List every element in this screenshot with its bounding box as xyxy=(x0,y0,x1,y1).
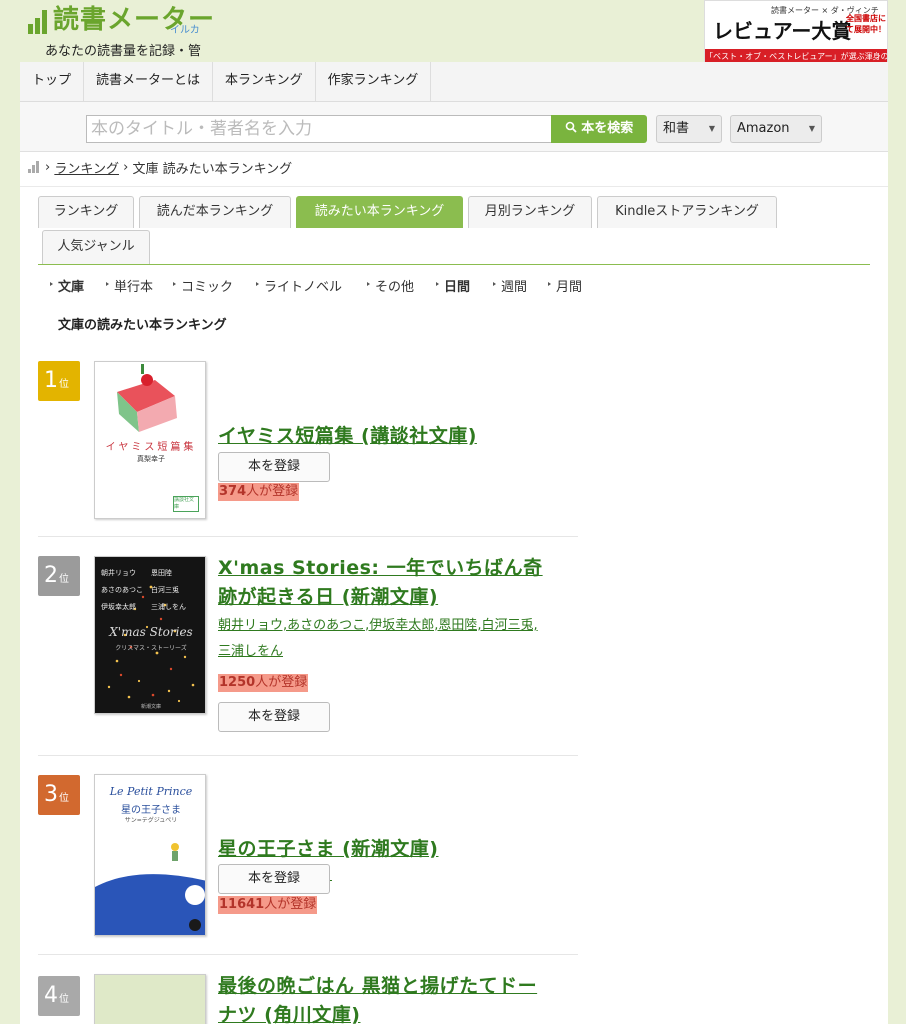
cover-name: あさのあつこ xyxy=(101,586,143,594)
subnav-other[interactable]: その他 xyxy=(366,276,414,295)
rank-number: 1 xyxy=(44,368,58,393)
tab-read-ranking[interactable]: 読んだ本ランキング xyxy=(139,196,291,228)
little-prince-illustration-icon xyxy=(95,843,205,935)
book-cover[interactable]: イヤミス短篇集 真梨幸子 講談社文庫 xyxy=(94,361,206,519)
rank-badge: 3位 xyxy=(38,775,80,815)
book-author-link[interactable]: 朝井リョウ,あさのあつこ,伊坂幸太郎,恩田陸,白河三兎,三浦しをん xyxy=(218,613,548,665)
item-divider xyxy=(38,755,578,756)
cover-subtitle: クリスマス・ストーリーズ xyxy=(115,645,187,652)
banner-side-text: 全国書店にて展開中！ xyxy=(846,14,886,34)
book-title-link[interactable]: X'mas Stories: 一年でいちばん奇跡が起きる日 (新潮文庫) xyxy=(218,554,548,612)
breadcrumb-sep-icon: › xyxy=(118,159,133,175)
register-count-suffix: 人が登録 xyxy=(264,897,317,912)
cover-script-title: X'mas Stories xyxy=(109,625,193,639)
rank-suffix: 位 xyxy=(59,574,69,585)
search-button-label: 本を検索 xyxy=(581,121,634,136)
breadcrumb-sep-icon: › xyxy=(45,159,55,175)
register-count: 1250人が登録 xyxy=(218,674,309,692)
register-count-number: 374 xyxy=(219,484,247,499)
register-count: 11641人が登録 xyxy=(218,896,318,914)
site-tagline: あなたの読書量を記録・管 xyxy=(45,44,202,59)
chevron-down-icon: ▼ xyxy=(808,124,815,133)
tab-popular-genre[interactable]: 人気ジャンル xyxy=(42,230,150,264)
nav-book-ranking[interactable]: 本ランキング xyxy=(213,62,316,102)
category-select[interactable]: 和書 ▼ xyxy=(656,115,722,143)
site-header: 読書メーター イルカ あなたの読書量を記録・管 読書メーター × ダ・ヴィンチ … xyxy=(0,0,906,66)
cover-name: 三浦しをん xyxy=(151,603,186,611)
register-count-number: 11641 xyxy=(219,897,265,912)
book-title-link[interactable]: 最後の晩ごはん 黒猫と揚げたてドーナツ (角川文庫) xyxy=(218,972,548,1024)
rank-badge: 2位 xyxy=(38,556,80,596)
cover-name: 伊坂幸太郎 xyxy=(101,603,136,611)
item-divider xyxy=(38,954,578,955)
rank-badge: 1位 xyxy=(38,361,80,401)
tab-want-ranking[interactable]: 読みたい本ランキング xyxy=(296,196,463,228)
register-book-button[interactable]: 本を登録 xyxy=(218,864,330,894)
item-divider xyxy=(38,536,578,537)
top-navigation: トップ 読書メーターとは 本ランキング 作家ランキング xyxy=(20,62,888,102)
nav-about[interactable]: 読書メーターとは xyxy=(84,62,214,102)
subnav-comic[interactable]: コミック xyxy=(172,276,233,295)
cover-publisher: 講談社文庫 xyxy=(173,496,199,512)
register-count-suffix: 人が登録 xyxy=(255,675,308,690)
nav-author-ranking[interactable]: 作家ランキング xyxy=(316,62,432,102)
register-count-number: 1250 xyxy=(219,675,256,690)
subnav-monthly[interactable]: 月間 xyxy=(547,276,582,295)
rank-number: 3 xyxy=(44,782,58,807)
book-cover[interactable]: Le Petit Prince 星の王子さま サン=テグジュペリ xyxy=(94,774,206,936)
cover-contributors: 朝井リョウ 恩田陸 あさのあつこ 白河三兎 伊坂幸太郎 三浦しをん xyxy=(101,565,201,616)
rank-suffix: 位 xyxy=(59,994,69,1005)
rank-number: 4 xyxy=(44,983,58,1008)
subnav-tankobon[interactable]: 単行本 xyxy=(105,276,153,295)
rank-number: 2 xyxy=(44,563,58,588)
book-title-link[interactable]: 星の王子さま (新潮文庫) xyxy=(218,835,548,864)
breadcrumb-ranking-link[interactable]: ランキング xyxy=(54,158,119,177)
tab-underline xyxy=(38,264,870,265)
register-book-button[interactable]: 本を登録 xyxy=(218,452,330,482)
breadcrumb-home-icon[interactable] xyxy=(28,161,39,173)
book-cover[interactable] xyxy=(94,974,206,1024)
cover-author: 真梨幸子 xyxy=(137,455,165,463)
logo-sub-label: イルカ xyxy=(170,25,200,36)
rank-suffix: 位 xyxy=(59,379,69,390)
breadcrumb: › ランキング › 文庫 読みたい本ランキング xyxy=(28,157,292,177)
subnav-bunko[interactable]: 文庫 xyxy=(49,276,84,295)
section-title: 文庫の読みたい本ランキング xyxy=(58,318,227,333)
divider xyxy=(20,186,888,187)
cover-name: 恩田陸 xyxy=(151,569,172,577)
subnav-light-novel[interactable]: ライトノベル xyxy=(255,276,342,295)
subnav-weekly[interactable]: 週間 xyxy=(492,276,527,295)
cover-name: 白河三兎 xyxy=(151,586,179,594)
rank-suffix: 位 xyxy=(59,793,69,804)
nav-top[interactable]: トップ xyxy=(20,62,85,102)
breadcrumb-current: 文庫 読みたい本ランキング xyxy=(132,161,293,177)
register-book-button[interactable]: 本を登録 xyxy=(218,702,330,732)
search-input[interactable]: 本のタイトル・著者名を入力 xyxy=(86,115,552,143)
chevron-down-icon: ▼ xyxy=(708,124,715,133)
cover-title: イヤミス短篇集 xyxy=(105,442,197,453)
category-select-value: 和書 xyxy=(663,121,690,136)
register-count: 374人が登録 xyxy=(218,483,300,501)
logo-bars-icon xyxy=(28,10,47,34)
search-bar: 本のタイトル・著者名を入力 本を検索 和書 ▼ Amazon ▼ xyxy=(20,102,888,152)
search-icon xyxy=(565,121,577,133)
tab-kindle-ranking[interactable]: Kindleストアランキング xyxy=(597,196,777,228)
book-cover[interactable]: 朝井リョウ 恩田陸 あさのあつこ 白河三兎 伊坂幸太郎 三浦しをん X'mas Sto… xyxy=(94,556,206,714)
book-title-link[interactable]: イヤミス短篇集 (講談社文庫) xyxy=(218,422,548,451)
tab-ranking[interactable]: ランキング xyxy=(38,196,134,228)
reviewer-award-banner[interactable]: 読書メーター × ダ・ヴィンチ レビュアー大賞 全国書店にて展開中！ 「ベスト・… xyxy=(704,0,888,66)
cover-publisher: 新潮文庫 xyxy=(140,704,161,710)
banner-main-text: レビュアー大賞 xyxy=(713,19,852,43)
cover-name: 朝井リョウ xyxy=(101,569,136,577)
store-select-value: Amazon xyxy=(737,121,790,136)
rank-badge: 4位 xyxy=(38,976,80,1016)
register-count-suffix: 人が登録 xyxy=(246,484,299,499)
tab-monthly-ranking[interactable]: 月別ランキング xyxy=(468,196,592,228)
store-select[interactable]: Amazon ▼ xyxy=(730,115,822,143)
subnav-daily[interactable]: 日間 xyxy=(435,276,470,295)
search-button[interactable]: 本を検索 xyxy=(551,115,647,143)
main-content: トップ 読書メーターとは 本ランキング 作家ランキング 本のタイトル・著者名を入… xyxy=(20,62,888,1024)
